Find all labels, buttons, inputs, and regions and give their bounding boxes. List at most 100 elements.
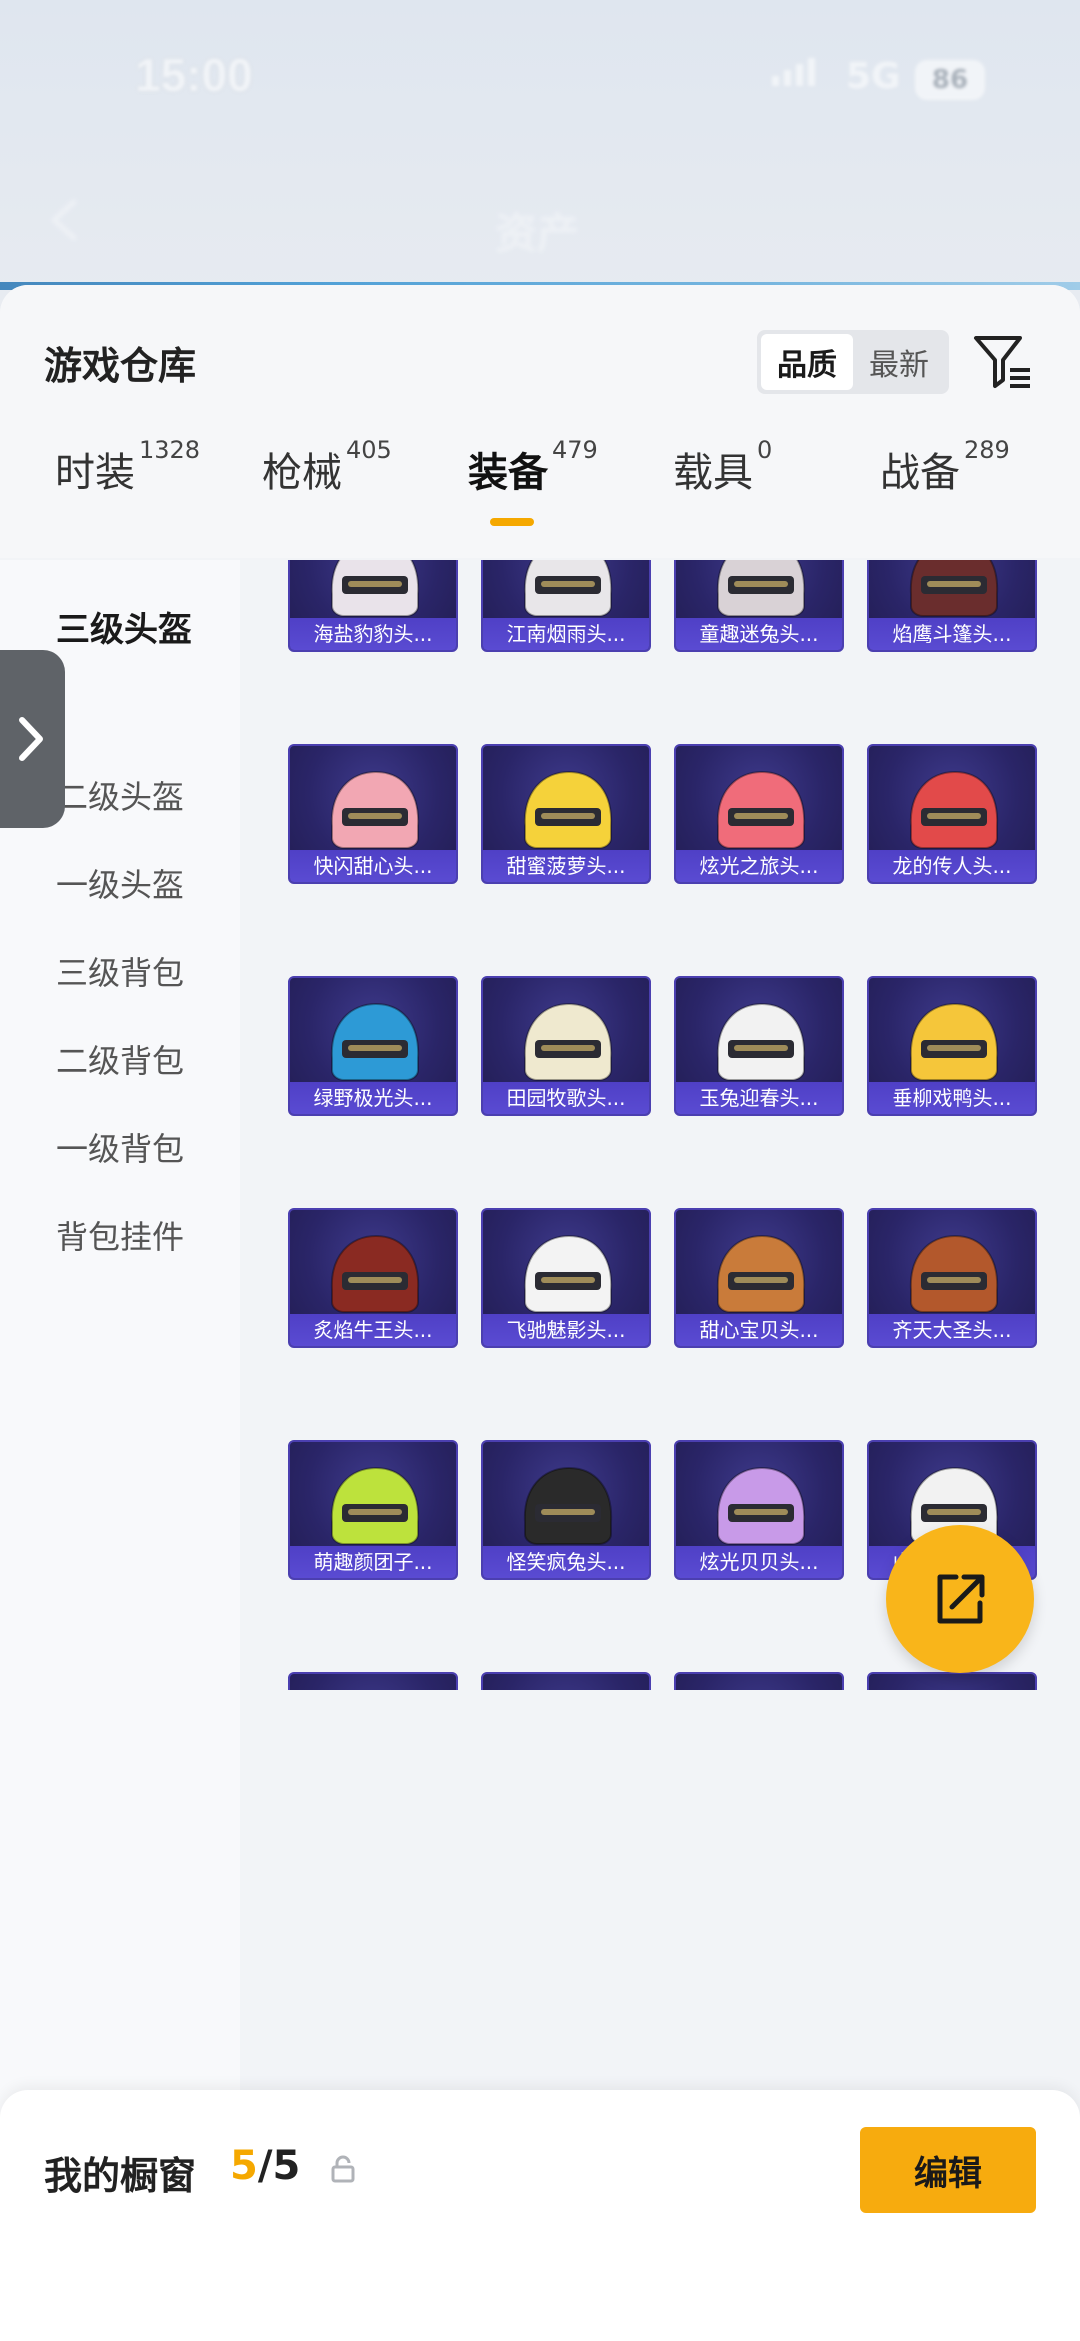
- share-button[interactable]: [886, 1525, 1034, 1673]
- item-card[interactable]: 玉兔迎春头...: [674, 976, 844, 1116]
- item-card[interactable]: 垂柳戏鸭头...: [867, 976, 1037, 1116]
- helmet-icon: [909, 1234, 999, 1313]
- tab-active-indicator: [490, 518, 534, 526]
- item-name: 甜心宝贝头...: [676, 1314, 842, 1346]
- item-card[interactable]: 甜心宝贝头...: [674, 1208, 844, 1348]
- status-time: 15:00: [135, 49, 253, 101]
- item-card[interactable]: 齐天大圣头...: [867, 1208, 1037, 1348]
- tab-equipment[interactable]: 装备 479: [468, 436, 598, 550]
- item-card[interactable]: 龙的传人头...: [867, 744, 1037, 884]
- item-name: 玉兔迎春头...: [676, 1082, 842, 1114]
- showcase-label: 我的橱窗: [44, 2154, 197, 2198]
- item-name: 甜蜜菠萝头...: [483, 850, 649, 882]
- warehouse-header: 游戏仓库 品质 最新 时装 1328 枪械 405 装备 479 载具 0 战备…: [0, 285, 1080, 558]
- item-name: 田园牧歌头...: [483, 1082, 649, 1114]
- share-icon: [937, 1574, 985, 1624]
- sort-quality-button[interactable]: 品质: [761, 334, 853, 390]
- item-name: 快闪甜心头...: [290, 850, 456, 882]
- item-card[interactable]: 百万伏特头...: [481, 1672, 651, 1690]
- helmet-icon: [523, 1466, 613, 1545]
- tab-label: 枪械: [262, 450, 342, 496]
- helmet-icon: [716, 560, 806, 617]
- helmet-icon: [716, 1234, 806, 1313]
- sort-newest-button[interactable]: 最新: [853, 334, 945, 390]
- helmet-icon: [330, 770, 420, 849]
- tab-label: 时装: [55, 450, 135, 496]
- item-card[interactable]: 快闪甜心头...: [288, 744, 458, 884]
- helmet-icon: [330, 1002, 420, 1081]
- item-card[interactable]: 琉璃脉冲头...: [867, 1672, 1037, 1690]
- item-card[interactable]: 海盐豹豹头...: [288, 560, 458, 652]
- chevron-right-icon: [19, 717, 43, 761]
- sidebar-item-level1-helmet[interactable]: 一级头盔: [56, 860, 184, 906]
- tab-label: 战备: [880, 450, 960, 496]
- item-card[interactable]: 甜蜜菠萝头...: [481, 744, 651, 884]
- tab-weapons[interactable]: 枪械 405: [262, 436, 392, 550]
- item-card[interactable]: 原初圣火头...: [674, 1672, 844, 1690]
- back-icon[interactable]: [44, 198, 88, 242]
- helmet-icon: [716, 1002, 806, 1081]
- item-name: 江南烟雨头...: [483, 618, 649, 650]
- item-name: 炙焰牛王头...: [290, 1314, 456, 1346]
- item-card[interactable]: 炫光贝贝头...: [674, 1440, 844, 1580]
- helmet-icon: [330, 560, 420, 617]
- signal-icon: [772, 58, 815, 86]
- helmet-icon: [909, 770, 999, 849]
- warehouse-title: 游戏仓库: [44, 344, 197, 388]
- header-title: 资产: [495, 209, 580, 258]
- item-card[interactable]: 治愈之星头...: [288, 1672, 458, 1690]
- tab-count: 405: [346, 436, 392, 464]
- item-name: 龙的传人头...: [869, 850, 1035, 882]
- helmet-icon: [909, 1002, 999, 1081]
- item-card[interactable]: 怪笑疯兔头...: [481, 1440, 651, 1580]
- item-name: 怪笑疯兔头...: [483, 1546, 649, 1578]
- item-name: 炫光贝贝头...: [676, 1546, 842, 1578]
- helmet-icon: [909, 560, 999, 617]
- item-name: 绿野极光头...: [290, 1082, 456, 1114]
- sidebar-item-level3-helmet[interactable]: 三级头盔: [56, 602, 192, 651]
- battery-icon: 86: [915, 60, 985, 100]
- helmet-icon: [523, 770, 613, 849]
- helmet-icon: [330, 1234, 420, 1313]
- item-card[interactable]: 童趣迷兔头...: [674, 560, 844, 652]
- tab-fashion[interactable]: 时装 1328: [55, 436, 200, 550]
- tab-label: 载具: [673, 450, 753, 496]
- item-name: 飞驰魅影头...: [483, 1314, 649, 1346]
- item-name: 垂柳戏鸭头...: [869, 1082, 1035, 1114]
- sidebar-item-level1-backpack[interactable]: 一级背包: [56, 1124, 184, 1170]
- drawer-handle[interactable]: [0, 650, 65, 828]
- item-name: 海盐豹豹头...: [290, 618, 456, 650]
- item-card[interactable]: 萌趣颜团子...: [288, 1440, 458, 1580]
- item-name: 童趣迷兔头...: [676, 618, 842, 650]
- helmet-icon: [716, 770, 806, 849]
- item-name: 萌趣颜团子...: [290, 1546, 456, 1578]
- item-card[interactable]: 焰鹰斗篷头...: [867, 560, 1037, 652]
- lock-icon: [331, 2155, 355, 2183]
- helmet-icon: [523, 560, 613, 617]
- tab-vehicles[interactable]: 载具 0: [673, 436, 772, 550]
- sidebar-item-backpack-charm[interactable]: 背包挂件: [56, 1212, 184, 1258]
- item-name: 炫光之旅头...: [676, 850, 842, 882]
- item-card[interactable]: 炙焰牛王头...: [288, 1208, 458, 1348]
- item-card[interactable]: 江南烟雨头...: [481, 560, 651, 652]
- tab-count: 289: [964, 436, 1010, 464]
- item-name: 焰鹰斗篷头...: [869, 618, 1035, 650]
- item-card[interactable]: 炫光之旅头...: [674, 744, 844, 884]
- network-label: 5G: [846, 56, 901, 97]
- tab-preparation[interactable]: 战备 289: [880, 436, 1010, 550]
- item-card[interactable]: 飞驰魅影头...: [481, 1208, 651, 1348]
- sidebar-item-level3-backpack[interactable]: 三级背包: [56, 948, 184, 994]
- edit-button[interactable]: 编辑: [860, 2127, 1036, 2213]
- filter-icon[interactable]: [970, 330, 1034, 394]
- sidebar-item-level2-helmet[interactable]: 二级头盔: [56, 772, 184, 818]
- showcase-current: 5: [230, 2143, 258, 2189]
- item-card[interactable]: 绿野极光头...: [288, 976, 458, 1116]
- showcase-count: 5/5: [230, 2143, 300, 2189]
- item-card[interactable]: 田园牧歌头...: [481, 976, 651, 1116]
- status-bar: 15:00 5G 86: [0, 0, 1080, 110]
- tab-count: 1328: [139, 436, 201, 464]
- helmet-icon: [716, 1466, 806, 1545]
- sidebar-item-level2-backpack[interactable]: 二级背包: [56, 1036, 184, 1082]
- showcase-separator: /: [257, 2143, 273, 2189]
- showcase-max: 5: [272, 2143, 301, 2189]
